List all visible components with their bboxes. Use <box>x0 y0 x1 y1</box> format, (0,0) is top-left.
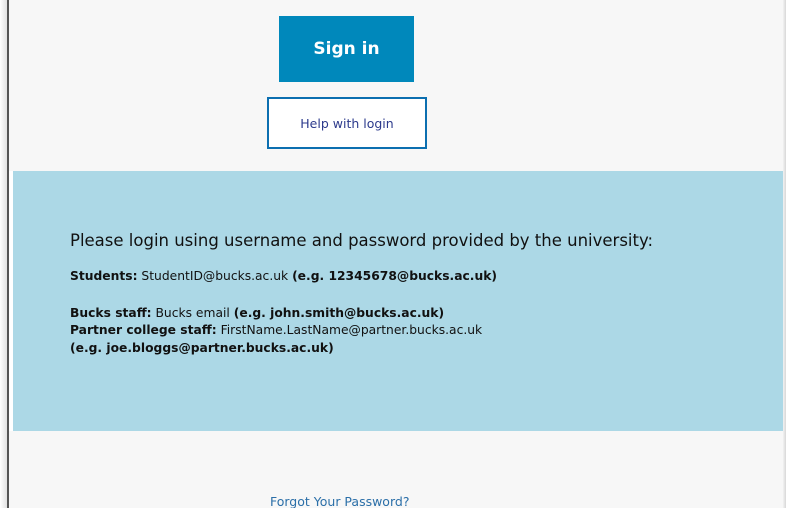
bucks-staff-instruction: Bucks staff: Bucks email (e.g. john.smit… <box>70 306 444 320</box>
login-instructions-panel: Please login using username and password… <box>13 171 783 431</box>
bucks-staff-example: (e.g. john.smith@bucks.ac.uk) <box>233 306 445 320</box>
partner-staff-label: Partner college staff: <box>70 323 217 337</box>
bucks-staff-format: Bucks email <box>151 306 234 320</box>
students-example: (e.g. 12345678@bucks.ac.uk) <box>292 269 498 283</box>
window-left-shadow <box>0 0 7 508</box>
students-instruction: Students: StudentID@bucks.ac.uk (e.g. 12… <box>70 269 497 283</box>
instructions-heading: Please login using username and password… <box>70 231 654 250</box>
partner-staff-example: (e.g. joe.bloggs@partner.bucks.ac.uk) <box>70 341 334 355</box>
students-format: StudentID@bucks.ac.uk <box>137 269 293 283</box>
login-page: Sign in Help with login Please login usi… <box>0 0 786 508</box>
partner-staff-format: FirstName.LastName@partner.bucks.ac.uk <box>216 323 483 337</box>
forgot-password-link[interactable]: Forgot Your Password? <box>270 494 409 508</box>
students-label: Students: <box>70 269 138 283</box>
sign-in-button[interactable]: Sign in <box>279 16 414 82</box>
partner-staff-instruction: Partner college staff: FirstName.LastNam… <box>70 323 482 337</box>
help-with-login-button[interactable]: Help with login <box>267 97 427 149</box>
bucks-staff-label: Bucks staff: <box>70 306 152 320</box>
